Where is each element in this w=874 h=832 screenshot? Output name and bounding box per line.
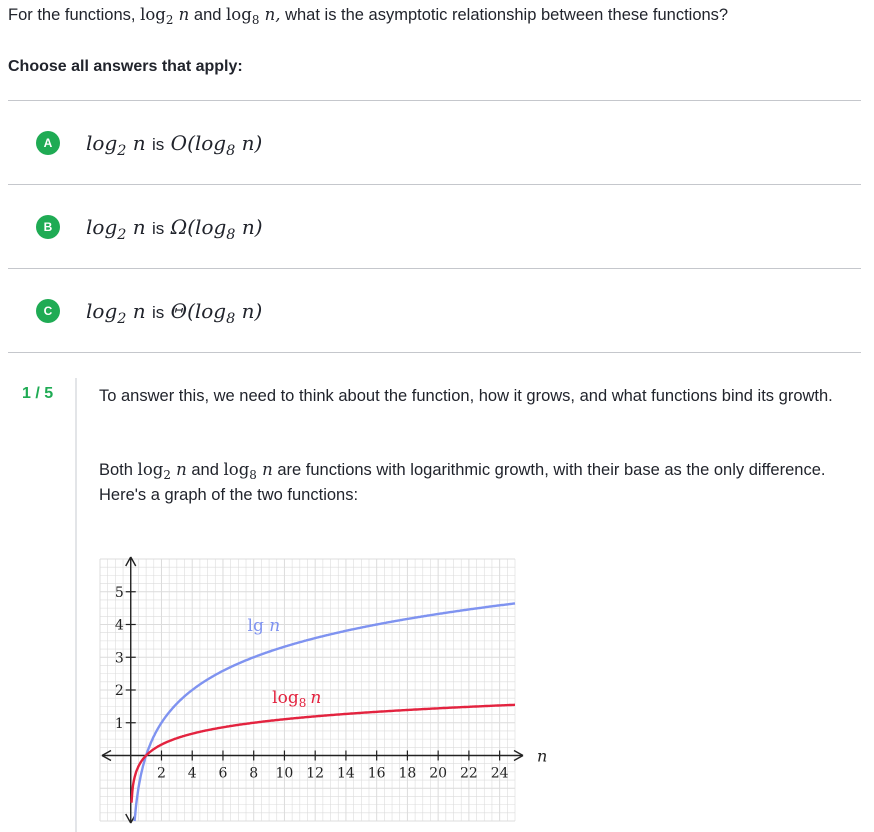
question-prefix: For the functions, bbox=[8, 6, 136, 24]
hint-paragraph-1: To answer this, we need to think about t… bbox=[99, 387, 833, 405]
choice-c[interactable]: C log2 n is Θ(log8 n) bbox=[8, 269, 861, 353]
hint-log8: log8 n bbox=[223, 460, 273, 483]
hint-log2: log2 n bbox=[137, 460, 187, 483]
hint-rule bbox=[75, 378, 77, 832]
x-tick-label: 6 bbox=[219, 766, 228, 782]
x-tick-label: 24 bbox=[491, 766, 509, 782]
x-axis-label: n bbox=[537, 747, 547, 766]
x-tick-label: 2 bbox=[157, 766, 166, 782]
instruction-label: Choose all answers that apply: bbox=[8, 58, 243, 75]
x-tick-label: 14 bbox=[337, 766, 355, 782]
x-tick-label: 10 bbox=[276, 766, 294, 782]
x-tick-label: 16 bbox=[368, 766, 386, 782]
x-tick-label: 12 bbox=[306, 766, 324, 782]
log8-n-label: log8 n bbox=[272, 688, 321, 710]
y-tick-label: 4 bbox=[115, 618, 124, 634]
y-tick-label: 5 bbox=[115, 585, 124, 601]
choice-c-badge: C bbox=[36, 299, 60, 323]
choice-c-text: log2 n is Θ(log8 n) bbox=[86, 299, 263, 328]
y-tick-label: 1 bbox=[115, 716, 124, 732]
hint-counter: 1 / 5 bbox=[22, 385, 54, 402]
x-tick-label: 8 bbox=[249, 766, 258, 782]
choice-b[interactable]: B log2 n is Ω(log8 n) bbox=[8, 185, 861, 269]
choice-b-text: log2 n is Ω(log8 n) bbox=[86, 215, 263, 244]
y-tick-label: 2 bbox=[115, 683, 124, 699]
grid bbox=[99, 558, 516, 822]
question-suffix: what is the asymptotic relationship betw… bbox=[285, 6, 729, 24]
lg-n-label: lg n bbox=[248, 616, 281, 636]
divider bbox=[8, 352, 861, 353]
x-tick-label: 22 bbox=[460, 766, 478, 782]
choice-a-text: log2 n is O(log8 n) bbox=[86, 131, 263, 160]
x-tick-label: 4 bbox=[188, 766, 197, 782]
question-text: For the functions, log2 n and log8 n, wh… bbox=[8, 5, 868, 28]
x-tick-label: 20 bbox=[429, 766, 447, 782]
choice-a[interactable]: A log2 n is O(log8 n) bbox=[8, 101, 861, 185]
question-log1: log2 n bbox=[140, 5, 190, 28]
question-log2: log8 n, bbox=[226, 5, 281, 28]
y-tick-label: 3 bbox=[115, 650, 124, 666]
question-and: and bbox=[193, 6, 222, 24]
tick-labels: 2 4 6 8 10 12 14 16 18 20 22 2412345n bbox=[115, 585, 547, 782]
choice-b-badge: B bbox=[36, 215, 60, 239]
choice-a-badge: A bbox=[36, 131, 60, 155]
log-graph: 2 4 6 8 10 12 14 16 18 20 22 2412345n lg nlog8 n bbox=[99, 556, 547, 824]
hint-paragraph-2: Both log2 n and log8 n are functions wit… bbox=[99, 460, 826, 504]
x-tick-label: 18 bbox=[398, 766, 416, 782]
